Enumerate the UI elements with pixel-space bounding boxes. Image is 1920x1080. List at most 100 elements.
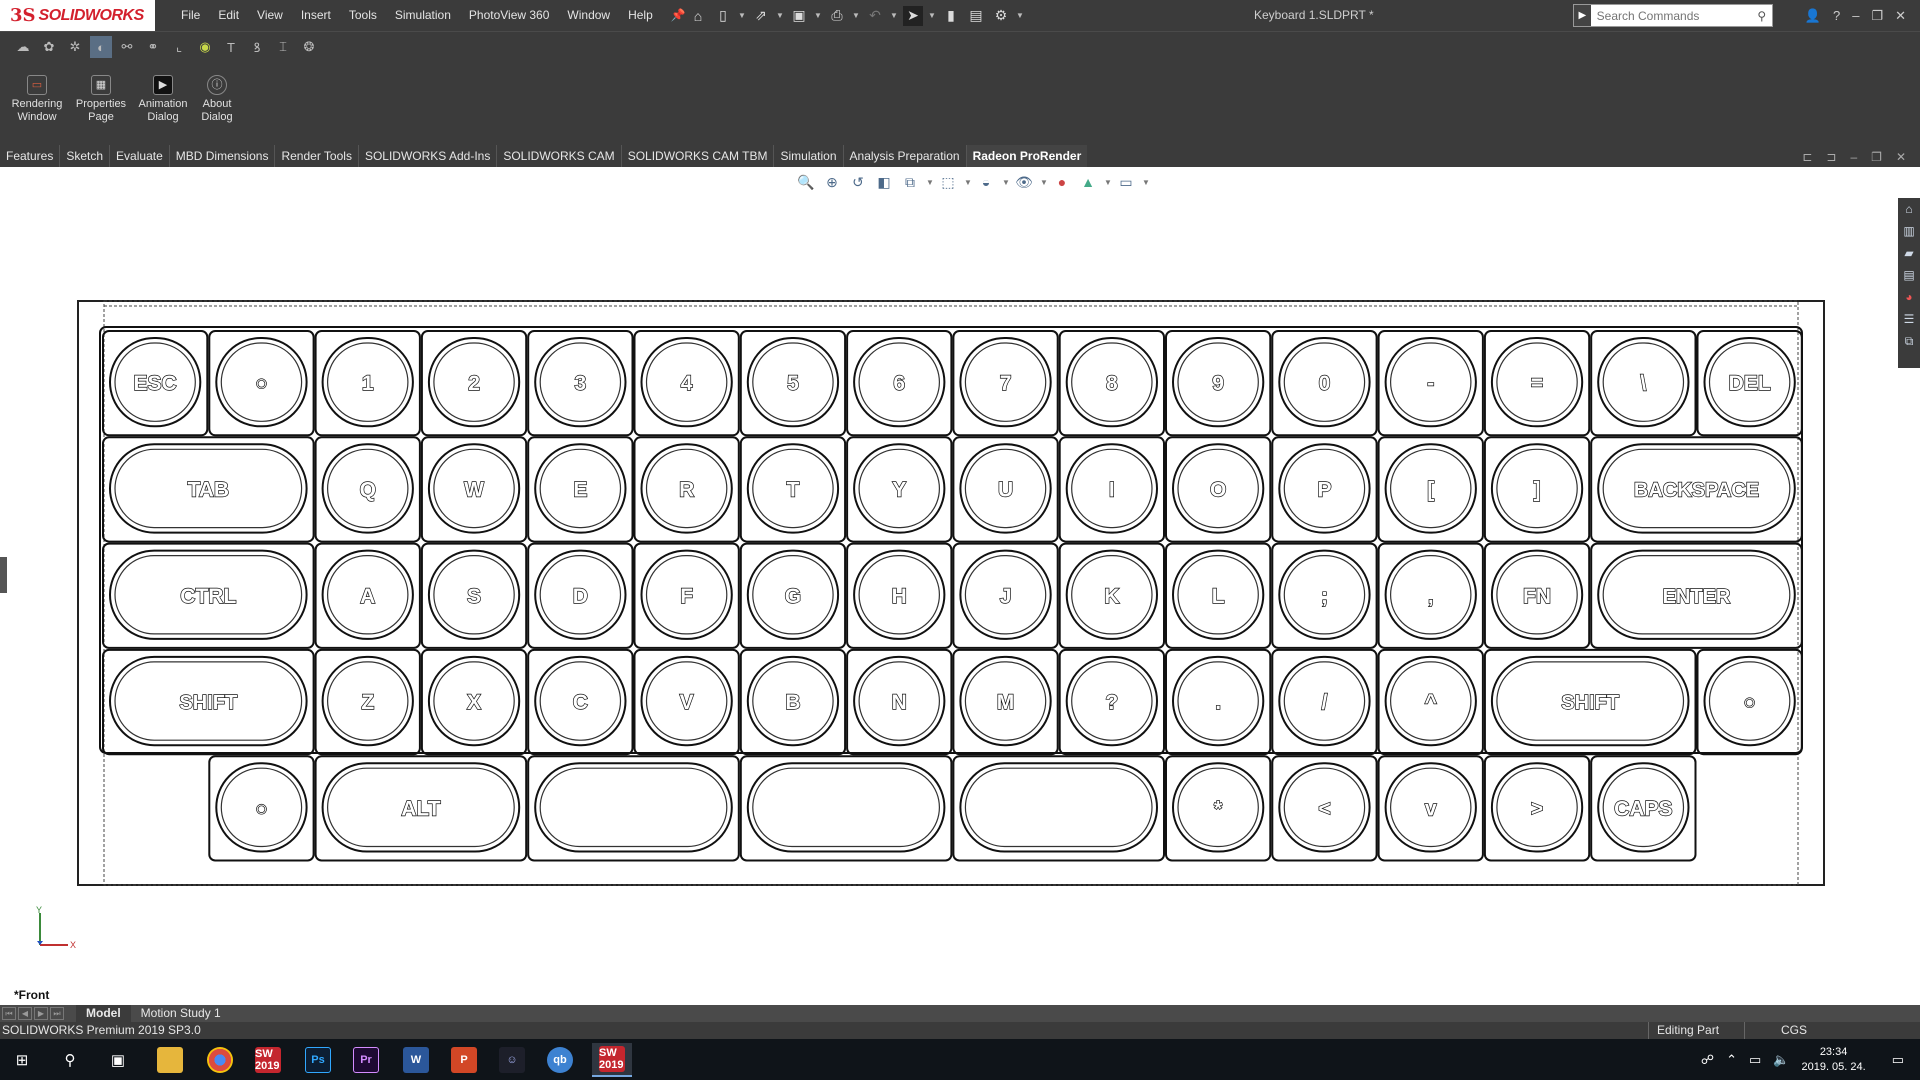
tab-motion-study[interactable]: Motion Study 1	[131, 1005, 231, 1022]
tab-mbd-dimensions[interactable]: MBD Dimensions	[170, 145, 276, 167]
gear-icon[interactable]: ⚙	[991, 6, 1011, 26]
network-icon[interactable]: ▭	[1749, 1052, 1761, 1068]
print-icon[interactable]: ⎙	[827, 6, 847, 26]
solidworks-logo[interactable]: 3S SOLIDWORKS	[0, 0, 155, 31]
tab-radeon-prorender[interactable]: Radeon ProRender	[966, 145, 1088, 167]
graphics-area[interactable]	[0, 167, 1920, 1005]
home-icon[interactable]: ⌂	[688, 6, 708, 26]
about-dialog-button[interactable]: ⓘ About Dialog	[186, 75, 248, 124]
tab-render-tools[interactable]: Render Tools	[275, 145, 359, 167]
chevron-down-icon[interactable]: ▼	[964, 178, 972, 187]
unit-system[interactable]: CGS	[1744, 1022, 1844, 1039]
solidworks-taskbar-icon[interactable]: SW 2019	[248, 1043, 288, 1077]
menu-simulation[interactable]: Simulation	[386, 0, 460, 31]
next-tab-icon[interactable]: ▶	[34, 1007, 48, 1020]
chevron-down-icon[interactable]: ▼	[1040, 178, 1048, 187]
notifications-icon[interactable]: ▭	[1892, 1052, 1904, 1068]
file-properties-icon[interactable]: ▤	[966, 6, 986, 26]
search-icon[interactable]: ⚲	[1752, 9, 1772, 23]
volume-icon[interactable]: 🔈	[1773, 1052, 1789, 1068]
menu-tools[interactable]: Tools	[340, 0, 386, 31]
search-scope-icon[interactable]: ▶	[1574, 5, 1591, 26]
camera-icon[interactable]: ⚯	[116, 36, 138, 58]
chevron-down-icon[interactable]: ▼	[1142, 178, 1150, 187]
chevron-down-icon[interactable]: ▼	[1016, 11, 1024, 20]
discord-icon[interactable]: ☺	[492, 1043, 532, 1077]
chevron-up-icon[interactable]: ⌃	[1726, 1052, 1737, 1068]
chevron-down-icon[interactable]: ▼	[890, 11, 898, 20]
tab-analysis-preparation[interactable]: Analysis Preparation	[844, 145, 967, 167]
menu-view[interactable]: View	[248, 0, 292, 31]
chevron-down-icon[interactable]: ▼	[776, 11, 784, 20]
tab-solidworks-cam[interactable]: SOLIDWORKS CAM	[497, 145, 622, 167]
tile-right-icon[interactable]: ⊐	[1826, 150, 1836, 164]
tile-left-icon[interactable]: ⊏	[1802, 150, 1812, 164]
viewport-render-icon[interactable]: ◐	[90, 36, 112, 58]
first-tab-icon[interactable]: ⏮	[2, 1007, 16, 1020]
chevron-down-icon[interactable]: ▼	[814, 11, 822, 20]
photoshop-icon[interactable]: Ps	[298, 1043, 338, 1077]
tab-simulation[interactable]: Simulation	[774, 145, 844, 167]
prev-tab-icon[interactable]: ◀	[18, 1007, 32, 1020]
file-explorer-icon[interactable]: ▤	[1901, 268, 1917, 286]
view-orientation-icon[interactable]: ⬚	[938, 172, 958, 192]
render-icon[interactable]: ☁	[12, 36, 34, 58]
custom-properties-icon[interactable]: ☰	[1901, 312, 1917, 330]
zoom-to-area-icon[interactable]: ⊕	[822, 172, 842, 192]
restore-icon[interactable]: ❐	[1871, 150, 1882, 164]
new-document-icon[interactable]: ▯	[713, 6, 733, 26]
search-icon[interactable]: ⚲	[50, 1043, 90, 1077]
people-icon[interactable]: ☍	[1701, 1052, 1714, 1068]
last-tab-icon[interactable]: ⏭	[50, 1007, 64, 1020]
help-icon[interactable]: ?	[1833, 8, 1840, 23]
chevron-down-icon[interactable]: ▼	[928, 11, 936, 20]
menu-insert[interactable]: Insert	[292, 0, 340, 31]
settings-cloud-icon[interactable]: ❂	[298, 36, 320, 58]
design-library-icon[interactable]: ▰	[1901, 246, 1917, 264]
chevron-down-icon[interactable]: ▼	[926, 178, 934, 187]
zoom-to-fit-icon[interactable]: 🔍	[796, 172, 816, 192]
windows-start-icon[interactable]: ⊞	[2, 1043, 42, 1077]
menu-help[interactable]: Help	[619, 0, 662, 31]
open-icon[interactable]: ⇗	[751, 6, 771, 26]
user-icon[interactable]: 👤	[1805, 8, 1821, 24]
chevron-down-icon[interactable]: ▼	[1104, 178, 1112, 187]
solidworks-active-icon[interactable]: SW 2019	[592, 1043, 632, 1077]
search-input[interactable]	[1590, 5, 1752, 26]
feature-tree-toggle[interactable]	[0, 557, 7, 593]
scene-icon[interactable]: ✿	[38, 36, 60, 58]
traffic-light-icon[interactable]: ▮	[941, 6, 961, 26]
tab-evaluate[interactable]: Evaluate	[110, 145, 170, 167]
appearance-icon[interactable]: ◉	[194, 36, 216, 58]
undo-icon[interactable]: ↶	[865, 6, 885, 26]
tab-model[interactable]: Model	[76, 1005, 131, 1022]
chevron-down-icon[interactable]: ▼	[738, 11, 746, 20]
appearances-icon[interactable]: ◕	[1901, 290, 1917, 308]
powerpoint-icon[interactable]: P	[444, 1043, 484, 1077]
close-icon[interactable]: ✕	[1895, 8, 1906, 24]
text-icon[interactable]: T	[220, 36, 242, 58]
minimize-icon[interactable]: –	[1852, 8, 1859, 23]
menu-photoview[interactable]: PhotoView 360	[460, 0, 559, 31]
tab-sketch[interactable]: Sketch	[60, 145, 111, 167]
file-explorer-icon[interactable]	[150, 1043, 190, 1077]
clock[interactable]: 23:34 2019. 05. 24.	[1801, 1045, 1865, 1075]
qbittorrent-icon[interactable]: qb	[540, 1043, 580, 1077]
edit-appearance-icon[interactable]: ●	[1052, 172, 1072, 192]
dynamic-annotation-icon[interactable]: ⧉	[900, 172, 920, 192]
save-icon[interactable]: ▣	[789, 6, 809, 26]
premiere-icon[interactable]: Pr	[346, 1043, 386, 1077]
view-settings-icon[interactable]: ▭	[1116, 172, 1136, 192]
dimension-icon[interactable]: ⌶	[272, 36, 294, 58]
menu-window[interactable]: Window	[558, 0, 619, 31]
decal-icon[interactable]: ꝸ	[246, 36, 268, 58]
word-icon[interactable]: W	[396, 1043, 436, 1077]
close-icon[interactable]: ✕	[1896, 150, 1906, 164]
tab-solidworks-cam-tbm[interactable]: SOLIDWORKS CAM TBM	[622, 145, 775, 167]
rendering-window-button[interactable]: ▭ Rendering Window	[6, 75, 68, 124]
link-icon[interactable]: ⚭	[142, 36, 164, 58]
menu-file[interactable]: File	[172, 0, 209, 31]
minimize-icon[interactable]: –	[1850, 150, 1857, 164]
tab-solidworks-addins[interactable]: SOLIDWORKS Add-Ins	[359, 145, 498, 167]
restore-icon[interactable]: ❐	[1871, 8, 1883, 24]
